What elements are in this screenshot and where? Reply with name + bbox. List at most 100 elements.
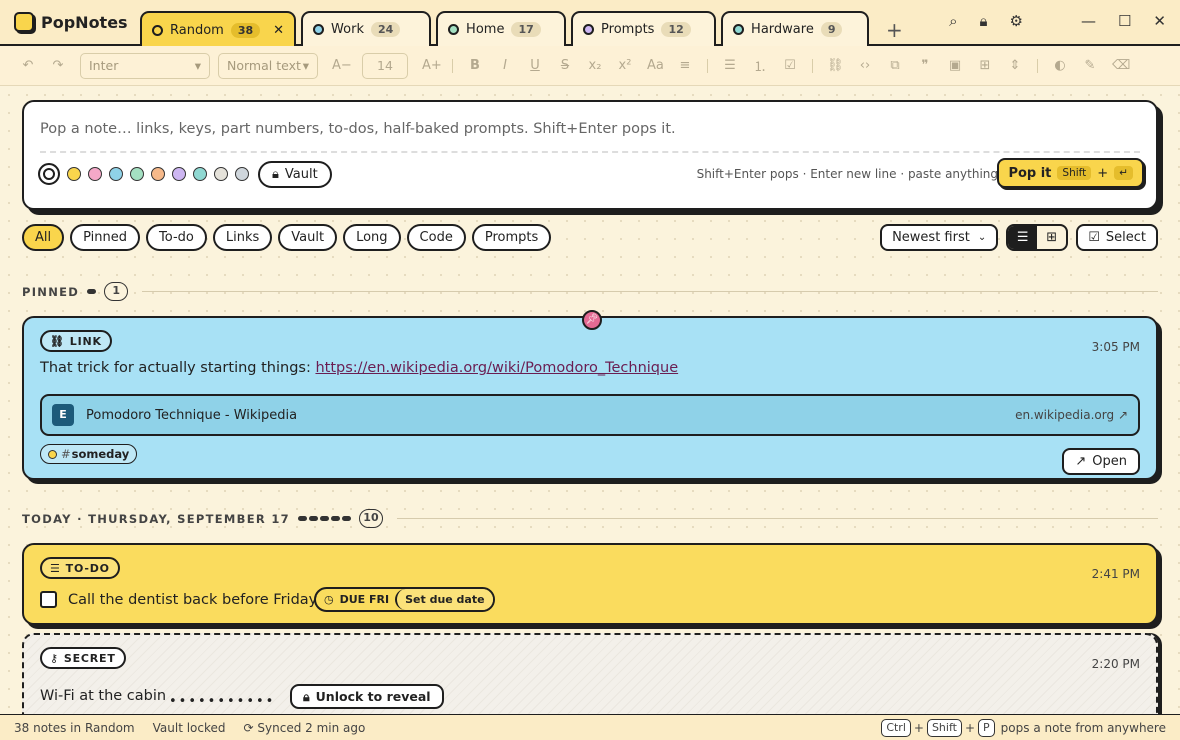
note-count-status: 38 notes in Random <box>14 720 135 735</box>
redo-icon[interactable]: ↷ <box>50 58 66 73</box>
note-time: 2:41 PM <box>1091 567 1140 581</box>
code-block-icon[interactable]: ⧉ <box>887 58 903 73</box>
gear-icon[interactable]: ⚙ <box>1010 12 1023 30</box>
text-style-select[interactable]: Normal text ▾ <box>218 52 318 79</box>
select-button[interactable]: ☑ Select <box>1076 224 1158 251</box>
vault-toggle-button[interactable]: 🔒︎ Vault <box>258 161 332 188</box>
maximize-icon[interactable]: ☐ <box>1118 12 1131 30</box>
filter-code[interactable]: Code <box>406 224 466 251</box>
add-tab-icon[interactable]: + <box>886 18 903 42</box>
chevron-down-icon: ▾ <box>194 58 201 73</box>
close-window-icon[interactable]: ✕ <box>1153 12 1166 30</box>
palette-icon[interactable]: ◐ <box>1052 58 1068 73</box>
strikethrough-icon[interactable]: S <box>557 58 573 73</box>
quote-icon[interactable]: ❞ <box>917 58 933 73</box>
pin-icon[interactable]: 📌︎ <box>582 310 602 330</box>
vault-label: Vault <box>284 167 318 182</box>
tab-prompts[interactable]: Prompts 12 <box>571 11 717 46</box>
enter-key-hint: ↵ <box>1114 166 1133 180</box>
tab-hardware[interactable]: Hardware 9 <box>721 11 870 46</box>
increase-font-button[interactable]: A+ <box>422 58 442 73</box>
underline-icon[interactable]: U <box>527 58 543 73</box>
table-icon[interactable]: ⊞ <box>977 58 993 73</box>
key-icon: ⚷ <box>50 651 59 665</box>
filter-pinned[interactable]: Pinned <box>70 224 141 251</box>
color-swatch[interactable] <box>235 167 249 181</box>
minimize-icon[interactable]: — <box>1081 12 1096 30</box>
image-icon[interactable]: ▣ <box>947 58 963 73</box>
note-time: 3:05 PM <box>1091 340 1140 354</box>
search-icon[interactable]: ⌕ <box>949 12 957 30</box>
note-card-secret[interactable]: ⚷ SECRET 2:20 PM Wi-Fi at the cabin ••••… <box>22 633 1158 717</box>
color-swatch[interactable] <box>130 167 144 181</box>
link-preview[interactable]: E Pomodoro Technique - Wikipedia en.wiki… <box>40 394 1140 436</box>
color-swatch[interactable] <box>214 167 228 181</box>
tab-work[interactable]: Work 24 <box>301 11 432 46</box>
bullet-list-icon[interactable]: ☰ <box>722 58 738 73</box>
sync-icon: ⟳ <box>243 720 254 735</box>
section-count: 1 <box>104 282 129 301</box>
divider-icon[interactable]: ⇕ <box>1007 58 1023 73</box>
align-icon[interactable]: ≡ <box>677 58 693 73</box>
color-swatch[interactable] <box>172 167 186 181</box>
numbered-list-icon[interactable]: ⒈ <box>752 56 768 75</box>
unlock-button[interactable]: 🔒︎ Unlock to reveal <box>290 684 444 709</box>
note-link[interactable]: https://en.wikipedia.org/wiki/Pomodoro_T… <box>315 360 678 376</box>
view-toggle: ☰ ⊞ <box>1006 224 1069 251</box>
filter-prompts[interactable]: Prompts <box>471 224 552 251</box>
section-count: 10 <box>358 509 383 528</box>
decrease-font-button[interactable]: A− <box>332 58 352 73</box>
font-select[interactable]: Inter ▾ <box>80 52 210 79</box>
section-label: PINNED <box>22 284 80 299</box>
set-due-date-button[interactable]: Set due date <box>395 589 493 610</box>
hashtag-chip[interactable]: # someday <box>40 444 138 464</box>
font-size-input[interactable]: 14 <box>362 52 408 79</box>
tab-label: Hardware <box>751 22 814 37</box>
code-icon[interactable]: ‹› <box>857 58 873 73</box>
tab-color-dot <box>152 25 163 36</box>
vault-status: Vault locked <box>152 720 226 735</box>
filter-long[interactable]: Long <box>343 224 401 251</box>
close-tab-icon[interactable]: ✕ <box>273 23 284 38</box>
bold-icon[interactable]: B <box>467 58 483 73</box>
color-swatch[interactable] <box>38 163 60 185</box>
link-icon[interactable]: ⛓ <box>827 58 844 73</box>
grid-view-icon[interactable]: ⊞ <box>1037 226 1066 249</box>
note-card-link[interactable]: 📌︎ ⛓ LINK 3:05 PM That trick for actuall… <box>22 310 1158 480</box>
color-swatch[interactable] <box>88 167 102 181</box>
open-link-button[interactable]: ↗ Open <box>1062 448 1140 475</box>
lock-icon[interactable]: 🔒︎ <box>980 12 988 30</box>
note-card-todo[interactable]: ☰ TO-DO 2:41 PM Call the dentist back be… <box>22 543 1158 625</box>
filter-vault[interactable]: Vault <box>278 224 338 251</box>
highlighter-icon[interactable]: ✎ <box>1082 58 1098 73</box>
subscript-icon[interactable]: x₂ <box>587 58 603 73</box>
filter-links[interactable]: Links <box>212 224 273 251</box>
filter-all[interactable]: All <box>22 224 65 251</box>
filter-todo[interactable]: To-do <box>146 224 207 251</box>
composer-input[interactable]: Pop a note… links, keys, part numbers, t… <box>40 121 676 137</box>
due-date-pill[interactable]: ◷ DUE FRI Set due date <box>314 587 495 612</box>
pop-it-button[interactable]: Pop it Shift + ↵ <box>997 158 1144 188</box>
sort-select[interactable]: Newest first ⌄ <box>880 224 999 251</box>
color-swatch[interactable] <box>67 167 81 181</box>
lock-icon: 🔒︎ <box>272 167 279 182</box>
case-icon[interactable]: Aa <box>647 58 664 73</box>
checklist-icon[interactable]: ☑ <box>782 58 798 73</box>
color-swatch[interactable] <box>109 167 123 181</box>
superscript-icon[interactable]: x² <box>617 58 633 73</box>
color-swatch[interactable] <box>151 167 165 181</box>
italic-icon[interactable]: I <box>497 58 513 73</box>
tab-count: 12 <box>661 22 691 37</box>
color-swatch[interactable] <box>193 167 207 181</box>
external-link-icon: ↗ <box>1075 454 1087 469</box>
tab-home[interactable]: Home 17 <box>436 11 567 46</box>
list-view-icon[interactable]: ☰ <box>1008 226 1038 249</box>
eraser-icon[interactable]: ⌫ <box>1112 58 1130 73</box>
window-controls: ⌕ 🔒︎ ⚙ — ☐ ✕ <box>949 12 1166 30</box>
undo-icon[interactable]: ↶ <box>20 58 36 73</box>
tab-strip: Random 38 ✕ Work 24 Home 17 Prompts 12 H… <box>140 11 903 48</box>
tab-count: 24 <box>370 22 401 37</box>
tab-random[interactable]: Random 38 ✕ <box>140 11 297 48</box>
todo-checkbox[interactable] <box>40 591 57 608</box>
app-logo: PopNotes <box>14 12 128 32</box>
